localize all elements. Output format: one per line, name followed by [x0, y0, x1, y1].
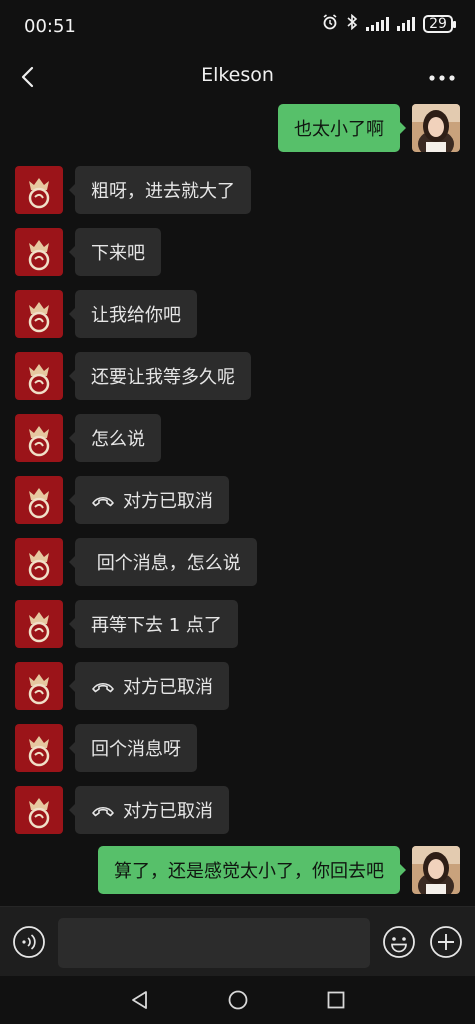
message-text: 再等下去 1 点了	[91, 615, 222, 636]
message-text-input[interactable]	[58, 918, 370, 968]
message-text: 还要让我等多久呢	[91, 367, 235, 388]
contact-avatar[interactable]	[15, 414, 63, 462]
message-row-incoming: 对方已取消	[0, 476, 475, 524]
status-time: 00:51	[24, 16, 76, 37]
more-dots-icon	[429, 75, 455, 81]
my-avatar[interactable]	[412, 846, 460, 894]
contact-avatar[interactable]	[15, 290, 63, 338]
message-row-incoming: 回个消息呀	[0, 724, 475, 772]
message-text: 怎么说	[91, 429, 145, 450]
message-text: 下来吧	[91, 243, 145, 264]
message-row-incoming: 回个消息，怎么说	[0, 538, 475, 586]
call-cancelled-icon	[92, 496, 114, 507]
message-text: 对方已取消	[123, 801, 213, 822]
contact-name-title: Elkeson	[201, 64, 274, 86]
message-bubble-outgoing[interactable]: 也太小了啊	[278, 104, 406, 152]
my-avatar[interactable]	[412, 104, 460, 152]
message-bubble-incoming[interactable]: 回个消息，怎么说	[69, 538, 257, 586]
nav-home-icon	[228, 990, 248, 1010]
voice-icon	[13, 926, 45, 958]
message-text: 回个消息呀	[91, 739, 181, 760]
message-bubble-incoming[interactable]: 怎么说	[69, 414, 161, 462]
contact-avatar[interactable]	[15, 786, 63, 834]
message-text: 对方已取消	[123, 677, 213, 698]
bluetooth-icon	[346, 13, 358, 34]
nav-back-icon	[132, 991, 147, 1009]
message-row-incoming: 对方已取消	[0, 786, 475, 834]
message-bubble-incoming[interactable]: 让我给你吧	[69, 290, 197, 338]
call-cancelled-icon	[92, 806, 114, 817]
call-cancelled-icon	[92, 682, 114, 693]
contact-avatar[interactable]	[15, 476, 63, 524]
contact-avatar[interactable]	[15, 724, 63, 772]
contact-avatar[interactable]	[15, 166, 63, 214]
message-bubble-incoming[interactable]: 下来吧	[69, 228, 161, 276]
message-row-incoming: 再等下去 1 点了	[0, 600, 475, 648]
message-text: 算了，还是感觉太小了，你回去吧	[114, 861, 384, 882]
message-input-bar	[0, 906, 475, 976]
message-text: 对方已取消	[123, 491, 213, 512]
chat-header: Elkeson	[0, 52, 475, 104]
voice-input-button[interactable]	[12, 925, 46, 959]
system-nav-bar	[0, 976, 475, 1024]
message-text: 也太小了啊	[294, 119, 384, 140]
message-row-incoming: 怎么说	[0, 414, 475, 462]
message-row-outgoing: 也太小了啊	[0, 104, 475, 152]
alarm-icon	[322, 14, 338, 34]
system-recents-button[interactable]	[324, 988, 348, 1012]
call-record-bubble[interactable]: 对方已取消	[69, 662, 229, 710]
emoji-icon	[383, 926, 415, 958]
message-row-incoming: 让我给你吧	[0, 290, 475, 338]
contact-avatar[interactable]	[15, 600, 63, 648]
system-back-button[interactable]	[128, 988, 152, 1012]
call-record-bubble[interactable]: 对方已取消	[69, 476, 229, 524]
message-bubble-incoming[interactable]: 再等下去 1 点了	[69, 600, 238, 648]
message-text: 回个消息，怎么说	[91, 553, 241, 574]
message-row-incoming: 粗呀，进去就大了	[0, 166, 475, 214]
status-bar: 00:51 29	[0, 0, 475, 52]
message-bubble-outgoing[interactable]: 算了，还是感觉太小了，你回去吧	[98, 846, 406, 894]
status-icons: 29	[322, 13, 456, 34]
call-record-bubble[interactable]: 对方已取消	[69, 786, 229, 834]
contact-avatar[interactable]	[15, 538, 63, 586]
message-bubble-incoming[interactable]: 还要让我等多久呢	[69, 352, 251, 400]
message-row-incoming: 还要让我等多久呢	[0, 352, 475, 400]
chat-message-list[interactable]: 也太小了啊 粗呀，进去就大了 下来吧 让我给你吧 还要让我等多久呢 怎么说 对方…	[0, 104, 475, 906]
battery-icon: 29	[423, 15, 456, 33]
message-row-incoming: 下来吧	[0, 228, 475, 276]
signal-icon	[366, 17, 389, 31]
message-text: 粗呀，进去就大了	[91, 181, 235, 202]
message-row-incoming: 对方已取消	[0, 662, 475, 710]
plus-icon	[430, 926, 462, 958]
more-actions-button[interactable]	[429, 925, 463, 959]
contact-avatar[interactable]	[15, 352, 63, 400]
message-bubble-incoming[interactable]: 回个消息呀	[69, 724, 197, 772]
message-row-outgoing: 算了，还是感觉太小了，你回去吧	[0, 846, 475, 894]
contact-avatar[interactable]	[15, 662, 63, 710]
emoji-button[interactable]	[382, 925, 416, 959]
signal-icon	[397, 17, 415, 31]
message-text: 让我给你吧	[91, 305, 181, 326]
more-options-button[interactable]	[427, 66, 457, 90]
contact-avatar[interactable]	[15, 228, 63, 276]
message-bubble-incoming[interactable]: 粗呀，进去就大了	[69, 166, 251, 214]
system-home-button[interactable]	[226, 988, 250, 1012]
nav-recent-icon	[327, 991, 345, 1009]
